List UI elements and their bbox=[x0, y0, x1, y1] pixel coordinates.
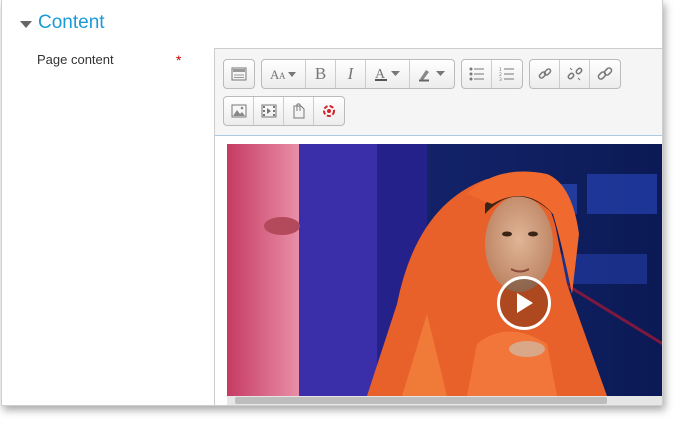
video-frame-image bbox=[227, 144, 662, 396]
atto-editor: AA B I A 123 bbox=[214, 48, 662, 405]
italic-glyph: I bbox=[347, 64, 354, 83]
toolbar-group-collapse bbox=[223, 59, 255, 89]
collapse-icon[interactable] bbox=[224, 60, 254, 88]
media-icon[interactable] bbox=[254, 97, 284, 125]
font-color-icon[interactable]: A bbox=[366, 60, 410, 88]
page-content-label: Page content bbox=[37, 52, 114, 67]
section-header[interactable]: Content bbox=[20, 11, 105, 35]
unlink-icon[interactable] bbox=[560, 60, 590, 88]
scrollbar-thumb[interactable] bbox=[235, 397, 607, 404]
toolbar-group-media bbox=[223, 96, 345, 126]
italic-icon[interactable]: I bbox=[336, 60, 366, 88]
svg-text:A: A bbox=[279, 71, 286, 81]
play-icon[interactable] bbox=[497, 276, 551, 330]
bullet-list-icon[interactable] bbox=[462, 60, 492, 88]
link-icon[interactable] bbox=[530, 60, 560, 88]
toolbar-row-2 bbox=[223, 96, 345, 126]
numbered-list-icon[interactable]: 123 bbox=[492, 60, 522, 88]
toolbar-row-1: AA B I A 123 bbox=[223, 59, 621, 89]
toolbar-group-lists: 123 bbox=[461, 59, 523, 89]
bold-glyph: B bbox=[314, 64, 327, 83]
chain-icon[interactable] bbox=[590, 60, 620, 88]
image-icon[interactable] bbox=[224, 97, 254, 125]
svg-text:3: 3 bbox=[499, 77, 502, 81]
manage-files-icon[interactable] bbox=[284, 97, 314, 125]
toolbar-group-links bbox=[529, 59, 621, 89]
toolbar-group-style: AA B I A bbox=[261, 59, 455, 89]
horizontal-scrollbar[interactable] bbox=[227, 396, 662, 405]
bold-icon[interactable]: B bbox=[306, 60, 336, 88]
content-section: Content Page content * AA B I A 1 2 3 bbox=[1, 0, 663, 406]
recordrtc-icon[interactable] bbox=[314, 97, 344, 125]
caret-down-icon[interactable] bbox=[20, 20, 32, 28]
font-style-icon[interactable]: AA bbox=[262, 60, 306, 88]
required-icon: * bbox=[176, 52, 182, 68]
highlight-icon[interactable] bbox=[410, 60, 454, 88]
editor-content-area[interactable] bbox=[215, 135, 662, 405]
section-title: Content bbox=[38, 12, 105, 33]
embedded-video[interactable] bbox=[227, 144, 662, 396]
